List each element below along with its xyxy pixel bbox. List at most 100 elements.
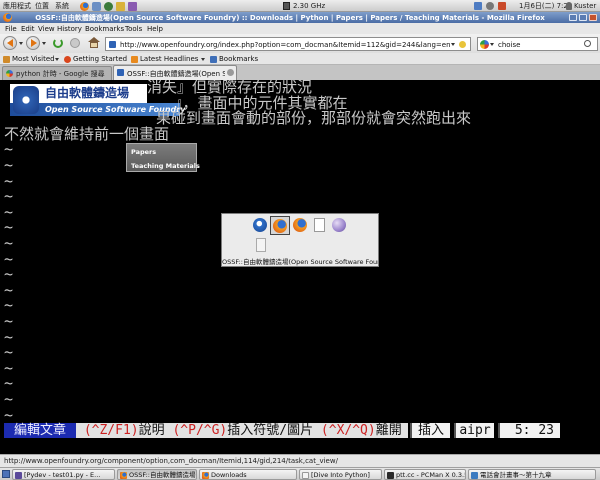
bookmark-star-icon[interactable] — [459, 41, 466, 48]
forward-button[interactable] — [26, 36, 40, 50]
editor-cursor-position: 5: 23 — [498, 423, 560, 438]
help-label: 說明 — [138, 423, 165, 438]
app-launcher-icon[interactable] — [128, 1, 137, 11]
back-button[interactable] — [3, 36, 17, 50]
terminal-icon — [387, 471, 394, 479]
rss-feed-icon — [131, 55, 138, 63]
search-input[interactable]: choise — [498, 41, 520, 49]
panel-menu-applications[interactable]: 應用程式 — [3, 2, 31, 10]
bookmark-most-visited[interactable]: Most Visited — [12, 55, 55, 63]
getting-started-icon — [64, 55, 71, 63]
tab-google-search[interactable]: python 計時 - Google 搜尋 — [2, 66, 112, 80]
volume-icon[interactable] — [486, 2, 494, 10]
taskbar-item-document[interactable]: 電話會計畫事～第十九章 — [468, 469, 596, 480]
firefox-launcher-icon[interactable] — [80, 1, 89, 11]
notification-icon[interactable] — [498, 2, 506, 10]
menu-view[interactable]: View — [38, 25, 55, 33]
tab-label: OSSF::自由軟體鑄造場(Open So — [127, 69, 225, 78]
help-key-hint: (^Z/F1) — [83, 423, 139, 438]
status-url: http://www.openfoundry.org/component/opt… — [4, 457, 338, 465]
bookmark-latest-headlines[interactable]: Latest Headlines — [140, 55, 198, 63]
site-favicon-icon — [109, 41, 116, 48]
window-title: OSSF::自由軟體鑄造場(Open Source Software Found… — [35, 13, 545, 22]
url-input[interactable]: http://www.openfoundry.org/index.php?opt… — [120, 41, 450, 49]
document-icon — [302, 471, 309, 479]
taskbar-item-ossf[interactable]: OSSF::自由軟體鑄造場 — [117, 469, 197, 480]
insert-label: 插入符號/圖片 — [227, 423, 314, 438]
taskbar-item-pcmanx[interactable]: ptt.cc - PCMan X 0.3.5 — [384, 469, 466, 480]
tab-ossf[interactable]: OSSF::自由軟體鑄造場(Open So — [113, 65, 237, 80]
dropdown-item-papers[interactable]: Papers — [131, 148, 156, 156]
stop-icon[interactable] — [70, 38, 80, 48]
terminal-line: 果碰到畫面會動的部份，那部份就會突然跑出來 — [156, 109, 472, 128]
window-titlebar[interactable]: OSSF::自由軟體鑄造場(Open Source Software Found… — [0, 12, 600, 23]
menu-help[interactable]: Help — [147, 25, 163, 33]
firefox-icon — [273, 219, 287, 233]
taskbar-item-pydev[interactable]: [Pydev - test01.py - E... — [12, 469, 115, 480]
menu-history[interactable]: History — [57, 25, 82, 33]
back-history-dropdown-icon[interactable] — [19, 42, 23, 45]
tab-close-icon[interactable] — [227, 69, 234, 76]
bookmark-getting-started[interactable]: Getting Started — [73, 55, 127, 63]
minimize-icon[interactable] — [569, 14, 577, 21]
cpu-frequency: 2.30 GHz — [293, 2, 326, 10]
bookmark-bookmarks[interactable]: Bookmarks — [219, 55, 258, 63]
url-history-dropdown-icon[interactable] — [451, 43, 455, 46]
menu-tools[interactable]: Tools — [125, 25, 142, 33]
taskbar-label: OSSF::自由軟體鑄造場 — [129, 471, 196, 479]
taskbar-item-downloads[interactable]: Downloads — [199, 469, 297, 480]
firefox-icon — [120, 471, 127, 479]
terminal-launcher-icon[interactable] — [104, 1, 113, 11]
firefox-window-icon[interactable] — [3, 13, 12, 22]
search-icon[interactable] — [584, 40, 591, 47]
show-desktop-icon[interactable] — [2, 470, 10, 478]
panel-clock[interactable]: 1月6日(二) 7:28 — [519, 2, 572, 10]
close-icon[interactable] — [589, 14, 597, 21]
folder-launcher-icon[interactable] — [116, 1, 125, 11]
taskbar: [Pydev - test01.py - E... OSSF::自由軟體鑄造場 … — [0, 467, 600, 480]
menu-edit[interactable]: Edit — [21, 25, 35, 33]
forward-arrow-icon — [31, 39, 37, 47]
reload-icon[interactable] — [53, 38, 63, 48]
logo-title: 自由軟體鑄造場 — [45, 86, 130, 100]
maximize-icon[interactable] — [579, 14, 587, 21]
bookmarks-folder-icon — [210, 55, 217, 63]
search-engine-dropdown-icon[interactable] — [490, 43, 494, 46]
menu-file[interactable]: File — [5, 25, 17, 33]
firefox-icon[interactable] — [293, 218, 307, 232]
most-visited-dropdown-icon[interactable] — [55, 58, 59, 61]
bookmarks-toolbar: Most Visited Getting Started Latest Head… — [0, 53, 600, 65]
dropdown-item-teaching-materials[interactable]: Teaching Materials — [131, 162, 200, 170]
terminal-line: 不然就會維持前一個畫面 — [4, 124, 170, 143]
taskbar-item-dive-into-python[interactable]: [Dive Into Python] — [299, 469, 382, 480]
papers-dropdown-menu: Papers Teaching Materials — [126, 143, 200, 172]
url-bar[interactable]: http://www.openfoundry.org/index.php?opt… — [105, 37, 471, 51]
selected-window-frame[interactable] — [270, 216, 290, 235]
firefox-icon — [202, 471, 209, 479]
mail-launcher-icon[interactable] — [92, 1, 101, 11]
exit-key-hint: (^X/^Q) — [320, 423, 376, 438]
panel-user[interactable]: Kuster — [574, 2, 596, 10]
search-bar[interactable]: choise — [477, 37, 598, 51]
menu-bookmarks[interactable]: Bookmarks — [85, 25, 124, 33]
taskbar-label: [Dive Into Python] — [311, 471, 370, 479]
tilde-line: ~ — [4, 405, 14, 424]
panel-menu-system[interactable]: 系統 — [55, 2, 69, 10]
top-panel: 應用程式 位置 系統 2.30 GHz 1月6日(二) 7:28 Kuster — [0, 0, 600, 12]
taskbar-label: [Pydev - test01.py - E... — [24, 471, 101, 479]
page-content: 自由軟體鑄造場 Open Source Software Foundry 消失』… — [0, 80, 600, 454]
google-search-engine-icon[interactable] — [480, 40, 489, 49]
panel-menu-places[interactable]: 位置 — [35, 2, 49, 10]
pydev-icon[interactable] — [253, 218, 267, 232]
menu-bar: File Edit View History Bookmarks Tools H… — [0, 23, 600, 34]
document-icon[interactable] — [256, 238, 266, 252]
ossf-emblem-icon — [13, 86, 39, 114]
latest-headlines-dropdown-icon[interactable] — [201, 58, 205, 61]
document-icon[interactable] — [314, 218, 325, 232]
purple-ball-icon[interactable] — [332, 218, 346, 232]
forward-history-dropdown-icon[interactable] — [42, 42, 46, 45]
navigation-toolbar: http://www.openfoundry.org/index.php?opt… — [0, 34, 600, 53]
user-icon — [566, 2, 572, 10]
home-icon[interactable] — [90, 42, 98, 48]
network-icon[interactable] — [474, 2, 482, 10]
